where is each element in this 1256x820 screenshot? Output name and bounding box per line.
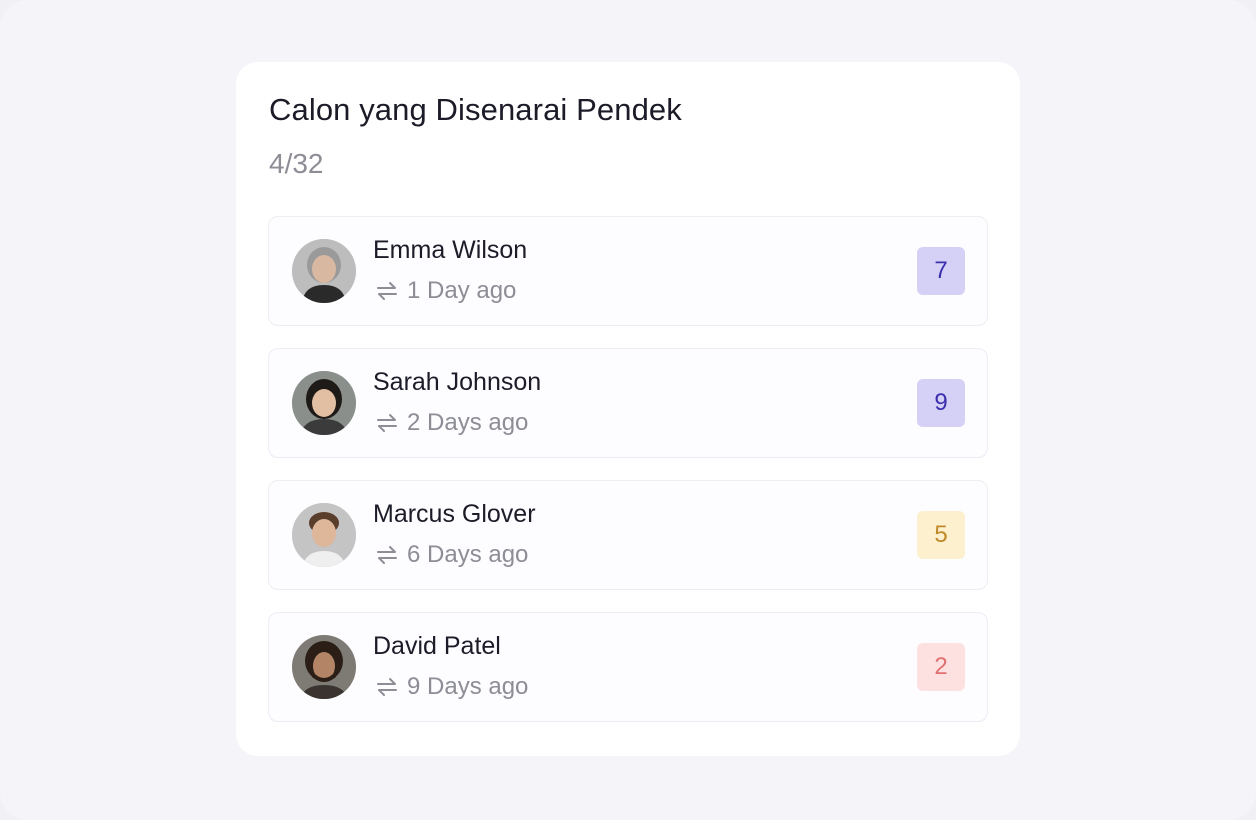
candidate-meta: 9 Days ago	[375, 673, 528, 701]
swap-arrows-icon	[377, 546, 397, 564]
avatar	[292, 503, 356, 567]
page-background: Calon yang Disenarai Pendek 4/32 Emma Wi…	[0, 0, 1256, 820]
candidate-row[interactable]: David Patel 9 Days ago 2	[268, 612, 988, 722]
candidate-row[interactable]: Emma Wilson 1 Day ago 7	[268, 216, 988, 326]
candidate-row[interactable]: Sarah Johnson 2 Days ago 9	[268, 348, 988, 458]
swap-arrows-icon	[377, 282, 397, 300]
avatar	[292, 371, 356, 435]
shortlist-card: Calon yang Disenarai Pendek 4/32 Emma Wi…	[236, 62, 1020, 756]
score-badge: 5	[917, 511, 965, 559]
score-badge: 7	[917, 247, 965, 295]
candidate-name: Marcus Glover	[373, 500, 536, 528]
candidate-time: 2 Days ago	[407, 409, 529, 436]
score-badge: 2	[917, 643, 965, 691]
avatar	[292, 635, 356, 699]
candidate-name: David Patel	[373, 632, 501, 660]
swap-arrows-icon	[377, 678, 397, 696]
candidate-meta: 2 Days ago	[375, 409, 528, 437]
candidate-meta: 6 Days ago	[375, 541, 528, 569]
candidate-meta: 1 Day ago	[375, 277, 516, 305]
candidate-list: Emma Wilson 1 Day ago 7 Sarah Johnson 2 …	[268, 216, 988, 744]
candidate-time: 1 Day ago	[407, 277, 517, 304]
candidate-row[interactable]: Marcus Glover 6 Days ago 5	[268, 480, 988, 590]
avatar	[292, 239, 356, 303]
swap-arrows-icon	[377, 414, 397, 432]
score-badge: 9	[917, 379, 965, 427]
candidate-name: Emma Wilson	[373, 236, 528, 264]
card-title: Calon yang Disenarai Pendek	[269, 92, 682, 127]
shortlist-count: 4/32	[269, 148, 324, 179]
candidate-name: Sarah Johnson	[373, 368, 542, 396]
candidate-time: 6 Days ago	[407, 541, 529, 568]
candidate-time: 9 Days ago	[407, 673, 529, 700]
